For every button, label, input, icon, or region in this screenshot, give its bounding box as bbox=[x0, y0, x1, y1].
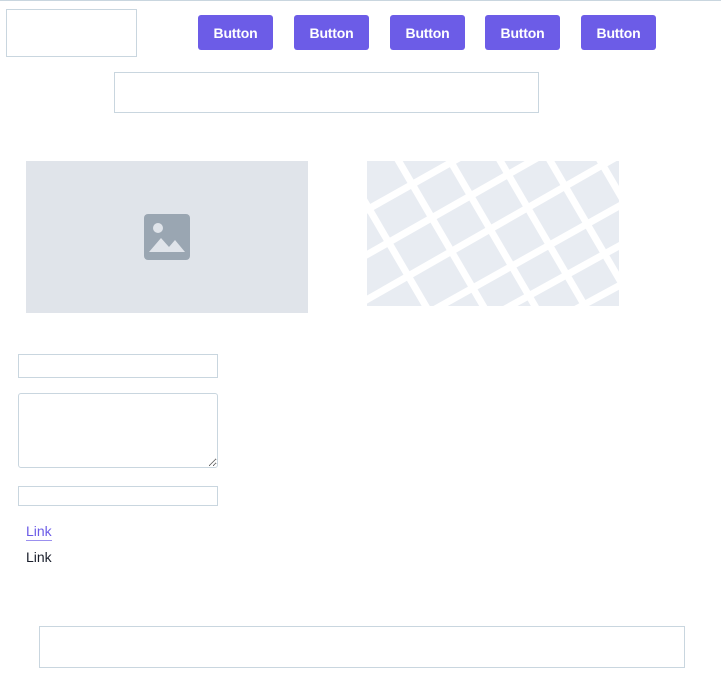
primary-link[interactable]: Link bbox=[26, 523, 52, 541]
secondary-link[interactable]: Link bbox=[26, 549, 52, 565]
map-graphic bbox=[367, 161, 619, 306]
textarea[interactable] bbox=[18, 393, 218, 468]
header-button-1[interactable]: Button bbox=[198, 15, 273, 50]
map-placeholder bbox=[367, 161, 619, 306]
select-input[interactable] bbox=[18, 486, 218, 506]
header-button-4[interactable]: Button bbox=[485, 15, 560, 50]
footer-input-field[interactable] bbox=[39, 626, 685, 668]
header-button-3[interactable]: Button bbox=[390, 15, 465, 50]
text-input[interactable] bbox=[18, 354, 218, 378]
header-button-5[interactable]: Button bbox=[581, 15, 656, 50]
header-button-2[interactable]: Button bbox=[294, 15, 369, 50]
image-placeholder-icon bbox=[144, 214, 190, 260]
logo-placeholder bbox=[6, 9, 137, 57]
top-input-field[interactable] bbox=[114, 72, 539, 113]
page: Button Button Button Button Button Link … bbox=[0, 0, 721, 685]
image-placeholder bbox=[26, 161, 308, 313]
